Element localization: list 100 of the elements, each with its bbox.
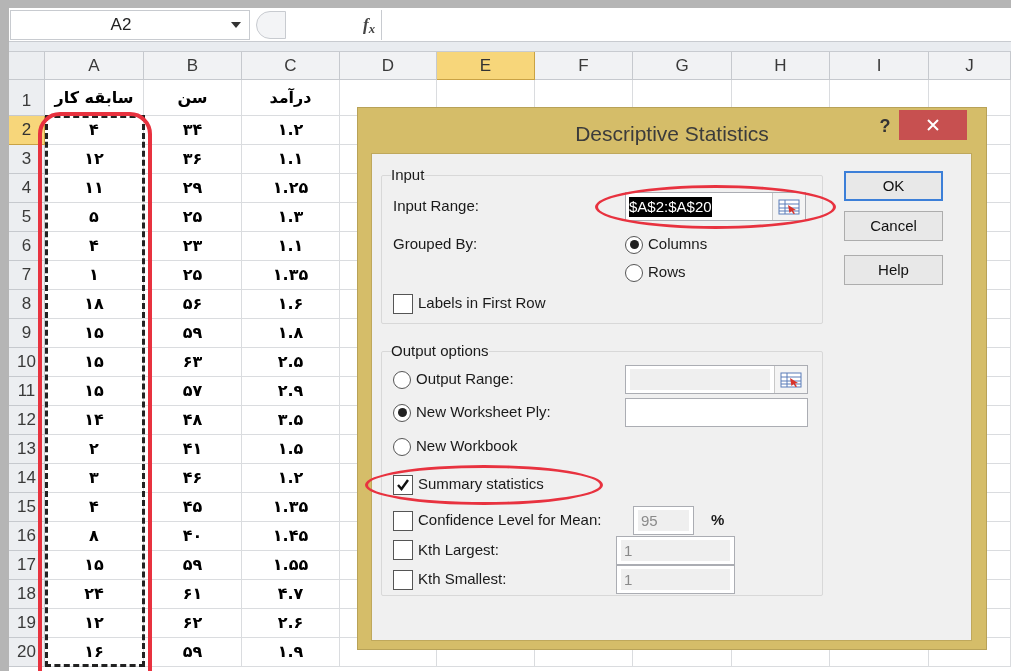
table-cell: ۴.۷	[242, 580, 340, 609]
column-header[interactable]: C	[242, 52, 340, 80]
table-cell: ۱۲	[45, 609, 144, 638]
radio-button[interactable]	[625, 235, 643, 254]
checkbox-label[interactable]: Confidence Level for Mean:	[418, 509, 602, 532]
table-cell: ۱۴	[45, 406, 144, 435]
option-label[interactable]: Output Range:	[416, 368, 514, 391]
column-header[interactable]: H	[732, 52, 830, 80]
column-header[interactable]: D	[340, 52, 437, 80]
table-cell: ۴	[45, 116, 144, 145]
column-header[interactable]: F	[535, 52, 633, 80]
dialog-button[interactable]: Help	[844, 255, 943, 285]
table-cell: ۱.۵	[242, 435, 340, 464]
table-cell: ۲.۵	[242, 348, 340, 377]
table-cell: ۱.۳۵	[242, 493, 340, 522]
table-cell: ۴۶	[144, 464, 242, 493]
table-cell: ۳۴	[144, 116, 242, 145]
table-cell: ۱۵	[45, 348, 144, 377]
table-cell: ۶۱	[144, 580, 242, 609]
table-cell: ۲۵	[144, 203, 242, 232]
row-header[interactable]: 2	[9, 116, 45, 145]
table-cell: ۱۲	[45, 145, 144, 174]
window-title: Descriptive Statistics	[574, 121, 770, 147]
dialog-button[interactable]: OK	[844, 171, 943, 201]
output-field[interactable]	[625, 398, 808, 427]
table-cell: ۱۱	[45, 174, 144, 203]
table-cell: ۱.۱	[242, 232, 340, 261]
option-label[interactable]: New Workbook	[416, 435, 518, 458]
table-cell: ۳.۵	[242, 406, 340, 435]
table-cell: سابقه کار	[45, 80, 144, 116]
table-cell: ۵	[45, 203, 144, 232]
checkbox-label[interactable]: Kth Largest:	[418, 538, 499, 562]
range-picker-icon	[780, 371, 802, 388]
checkbox-label[interactable]: Summary statistics	[418, 473, 544, 496]
table-cell: ۱.۸	[242, 319, 340, 348]
table-cell: ۱.۲	[242, 464, 340, 493]
range-select-button[interactable]	[772, 193, 805, 220]
table-cell: ۴	[45, 232, 144, 261]
row-header[interactable]: 1	[9, 80, 45, 116]
checkbox[interactable]	[393, 293, 413, 314]
table-cell: ۲.۶	[242, 609, 340, 638]
table-cell: ۱۸	[45, 290, 144, 319]
table-cell: ۸	[45, 522, 144, 551]
column-header[interactable]: I	[830, 52, 929, 80]
dialog-button[interactable]: Cancel	[844, 211, 943, 241]
table-cell: ۱.۲	[242, 116, 340, 145]
table-cell: ۲۹	[144, 174, 242, 203]
help-button[interactable]: ?	[874, 113, 896, 140]
option-label[interactable]: Columns	[648, 233, 708, 256]
table-cell: ۱.۳	[242, 203, 340, 232]
table-cell: ۱.۹	[242, 638, 340, 667]
radio-button[interactable]	[393, 403, 411, 422]
table-cell: ۵۷	[144, 377, 242, 406]
table-cell: ۲	[45, 435, 144, 464]
table-cell: ۱.۴۵	[242, 522, 340, 551]
close-button[interactable]	[899, 110, 967, 140]
field-value: $A$2:$A$20	[629, 196, 712, 217]
radio-button[interactable]	[393, 370, 411, 389]
column-header[interactable]: G	[633, 52, 732, 80]
table-cell: ۱.۶	[242, 290, 340, 319]
table-cell: ۴۰	[144, 522, 242, 551]
table-cell: ۲۴	[45, 580, 144, 609]
table-cell: درآمد	[242, 80, 340, 116]
field-label: Input Range:	[393, 196, 480, 217]
table-cell: ۳۶	[144, 145, 242, 174]
dropdown-caret-icon[interactable]	[231, 21, 241, 28]
option-label[interactable]: Rows	[648, 261, 686, 284]
table-cell: ۵۹	[144, 319, 242, 348]
unit-label: %	[711, 510, 725, 531]
table-cell: ۲۳	[144, 232, 242, 261]
column-header[interactable]: B	[144, 52, 242, 80]
table-cell: ۱.۳۵	[242, 261, 340, 290]
table-cell: ۱.۱	[242, 145, 340, 174]
input-range-field[interactable]: $A$2:$A$20	[625, 192, 806, 221]
column-header[interactable]: A	[45, 52, 144, 80]
table-cell: سن	[144, 80, 242, 116]
group-title: Input	[391, 165, 425, 185]
field-label: Grouped By:	[393, 234, 479, 255]
formula-bar-grip[interactable]	[256, 10, 286, 39]
checkbox[interactable]	[393, 540, 413, 560]
radio-button[interactable]	[393, 437, 411, 456]
option-label[interactable]: New Worksheet Ply:	[416, 401, 551, 424]
column-header[interactable]: E	[437, 52, 535, 80]
checkbox[interactable]	[393, 569, 413, 590]
checkbox-label[interactable]: Kth Smallest:	[418, 568, 507, 591]
table-cell: ۵۶	[144, 290, 242, 319]
table-cell: ۶۲	[144, 609, 242, 638]
column-header[interactable]: J	[929, 52, 1011, 80]
table-cell: ۳	[45, 464, 144, 493]
table-cell: ۱.۲۵	[242, 174, 340, 203]
table-cell: ۲.۹	[242, 377, 340, 406]
checkbox[interactable]	[393, 474, 413, 495]
table-cell: ۱۵	[45, 377, 144, 406]
name-box[interactable]: A2	[10, 9, 250, 40]
checkbox-label[interactable]: Labels in First Row	[418, 292, 546, 315]
table-cell: ۱	[45, 261, 144, 290]
checkbox[interactable]	[393, 510, 413, 531]
radio-button[interactable]	[625, 263, 643, 282]
table-cell: ۴۸	[144, 406, 242, 435]
insert-function-button[interactable]: f$_{x}$	[362, 11, 375, 38]
